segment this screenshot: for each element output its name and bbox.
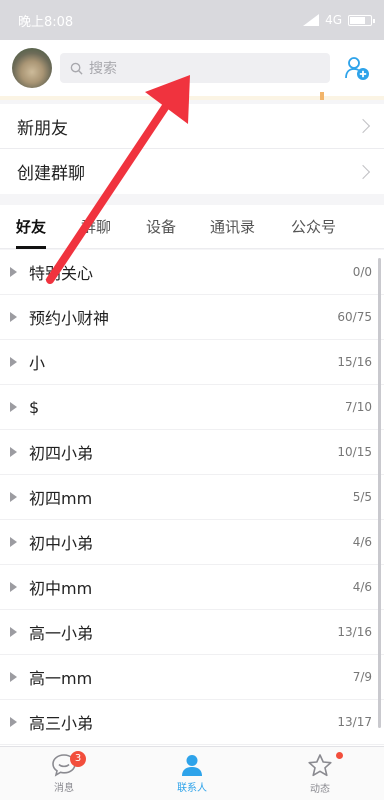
nav-contacts[interactable]: 联系人 <box>128 747 256 800</box>
network-type: 4G <box>325 13 342 27</box>
group-row[interactable]: 小 15/16 <box>0 340 384 385</box>
group-name: 小 <box>29 354 46 373</box>
group-row[interactable]: 高三小弟 13/17 <box>0 700 384 745</box>
expand-arrow-icon <box>10 492 17 502</box>
group-row[interactable]: 初中mm 4/6 <box>0 565 384 610</box>
expand-arrow-icon <box>10 312 17 322</box>
expand-arrow-icon <box>10 672 17 682</box>
search-icon <box>70 62 83 75</box>
nav-messages[interactable]: 3 消息 <box>0 747 128 800</box>
group-count: 60/75 <box>337 310 372 324</box>
star-icon <box>308 753 332 776</box>
new-friends-row[interactable]: 新朋友 <box>0 104 384 149</box>
header-divider <box>0 92 384 100</box>
group-name: 初中小弟 <box>29 534 94 553</box>
contacts-menu: 新朋友 创建群聊 <box>0 104 384 194</box>
group-name: 初四mm <box>29 489 93 508</box>
expand-arrow-icon <box>10 627 17 637</box>
group-count: 13/16 <box>337 625 372 639</box>
expand-arrow-icon <box>10 717 17 727</box>
new-friends-label: 新朋友 <box>17 118 68 139</box>
person-icon <box>182 755 202 776</box>
group-row[interactable]: 初中小弟 4/6 <box>0 520 384 565</box>
signal-icon <box>303 14 320 26</box>
group-count: 10/15 <box>337 445 372 459</box>
group-row[interactable]: 初四mm 5/5 <box>0 475 384 520</box>
expand-arrow-icon <box>10 357 17 367</box>
group-row[interactable]: 初四小弟 10/15 <box>0 430 384 475</box>
new-activity-dot <box>336 752 343 759</box>
group-count: 4/6 <box>352 580 372 594</box>
unread-badge: 3 <box>70 751 86 767</box>
group-name: 特别关心 <box>29 264 94 283</box>
battery-icon <box>348 14 375 26</box>
friend-group-list: 特别关心 0/0 预约小财神 60/75 小 15/16 $7/10 初四小弟 10/1… <box>0 250 384 746</box>
group-count: 15/16 <box>337 355 372 369</box>
nav-messages-label: 消息 <box>54 783 74 794</box>
tab-friends[interactable]: 好友 <box>16 205 47 249</box>
group-row[interactable]: 高一小弟 13/16 <box>0 610 384 655</box>
contacts-tabs: 好友 群聊 设备 通讯录 公众号 <box>0 205 384 249</box>
add-friend-button[interactable] <box>342 53 372 83</box>
tab-address-book[interactable]: 通讯录 <box>210 205 255 249</box>
create-group-chat-row[interactable]: 创建群聊 <box>0 149 384 194</box>
bottom-nav: 3 消息 联系人 动态 <box>0 746 384 800</box>
group-row[interactable]: 特别关心 0/0 <box>0 250 384 295</box>
group-count: 7/10 <box>345 400 372 414</box>
expand-arrow-icon <box>10 582 17 592</box>
tab-public-accounts[interactable]: 公众号 <box>291 205 336 249</box>
expand-arrow-icon <box>10 402 17 412</box>
add-person-icon <box>345 57 370 80</box>
group-name: 初中mm <box>29 579 93 598</box>
avatar[interactable] <box>12 48 52 88</box>
expand-arrow-icon <box>10 537 17 547</box>
search-placeholder: 搜索 <box>89 61 117 77</box>
tab-groups[interactable]: 群聊 <box>81 205 111 249</box>
group-name: 高一mm <box>29 669 93 688</box>
chevron-right-icon <box>355 118 371 134</box>
tab-devices[interactable]: 设备 <box>146 205 176 249</box>
list-scrollbar[interactable] <box>378 258 381 728</box>
search-input[interactable]: 搜索 <box>60 53 331 83</box>
group-count: 4/6 <box>352 535 372 549</box>
group-count: 7/9 <box>352 670 372 684</box>
group-row[interactable]: $7/10 <box>0 385 384 430</box>
expand-arrow-icon <box>10 267 17 277</box>
contacts-header: 搜索 <box>0 40 384 96</box>
create-group-chat-label: 创建群聊 <box>17 164 85 184</box>
group-name: $ <box>29 397 40 417</box>
status-bar: 晚上8:08 4G <box>0 0 384 40</box>
status-time: 晚上8:08 <box>18 14 74 30</box>
expand-arrow-icon <box>10 447 17 457</box>
nav-moments[interactable]: 动态 <box>256 747 384 800</box>
group-name: 初四小弟 <box>29 444 94 463</box>
nav-contacts-label: 联系人 <box>177 783 207 794</box>
group-name: 预约小财神 <box>29 309 110 328</box>
nav-moments-label: 动态 <box>310 783 330 795</box>
status-indicators: 4G <box>303 13 375 27</box>
group-count: 0/0 <box>352 265 372 279</box>
group-name: 高一小弟 <box>29 624 94 643</box>
chevron-right-icon <box>355 164 371 179</box>
group-count: 5/5 <box>352 490 372 504</box>
group-row[interactable]: 预约小财神 60/75 <box>0 295 384 340</box>
group-count: 13/17 <box>337 715 372 729</box>
group-name: 高三小弟 <box>29 714 94 733</box>
group-row[interactable]: 高一mm 7/9 <box>0 655 384 700</box>
